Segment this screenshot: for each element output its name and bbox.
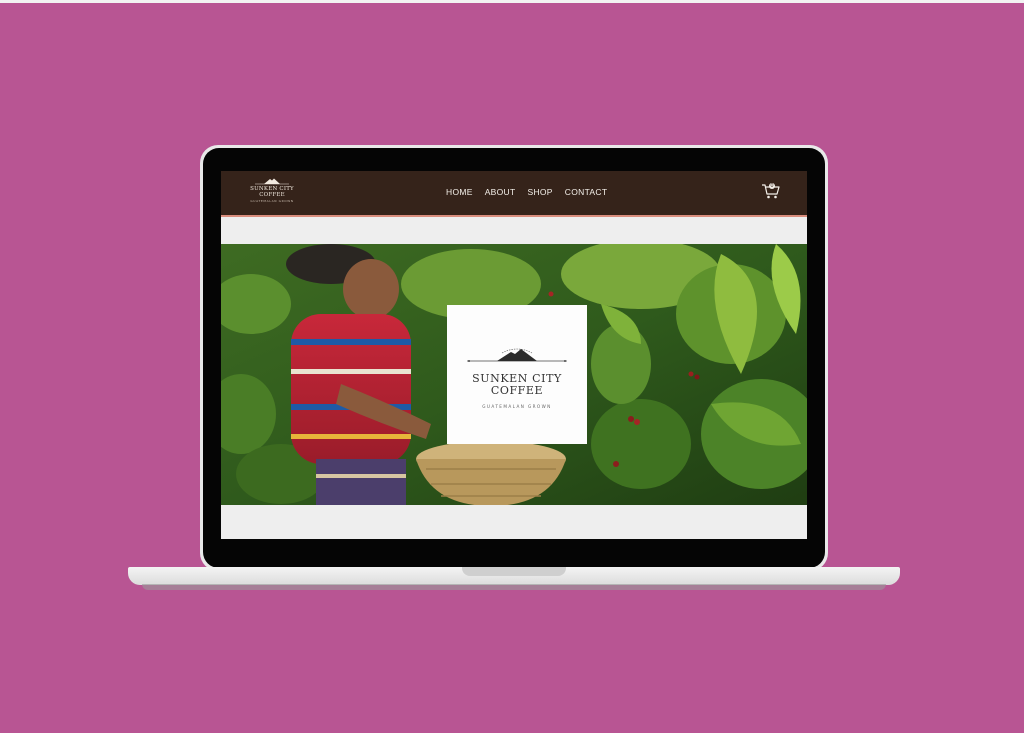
cart-count: 0: [769, 183, 775, 189]
cart-button[interactable]: 0: [761, 182, 781, 200]
nav-home[interactable]: HOME: [446, 187, 473, 197]
laptop-base-shadow: [142, 584, 886, 590]
logo-tagline: GUATEMALAN GROWN: [250, 199, 294, 203]
top-strip: [0, 0, 1024, 3]
nav-contact[interactable]: CONTACT: [565, 187, 608, 197]
site-header: SUNKEN CITY COFFEE GUATEMALAN GROWN HOME…: [221, 171, 807, 217]
brand-card: SUNKEN CITY COFFEE GUATEMALAN GROWN: [447, 305, 587, 444]
laptop-screen: SUNKEN CITY COFFEE GUATEMALAN GROWN HOME…: [221, 171, 807, 539]
brand-tagline: GUATEMALAN GROWN: [482, 404, 552, 409]
site-logo[interactable]: SUNKEN CITY COFFEE GUATEMALAN GROWN: [249, 176, 295, 208]
brand-name-line2: COFFEE: [490, 384, 544, 397]
laptop-notch: [462, 567, 566, 576]
mountain-logo-icon: [467, 348, 567, 362]
nav-about[interactable]: ABOUT: [485, 187, 516, 197]
hero-banner: SUNKEN CITY COFFEE GUATEMALAN GROWN: [221, 244, 807, 505]
nav-shop[interactable]: SHOP: [527, 187, 552, 197]
mountain-logo-icon: [255, 178, 289, 185]
main-nav: HOME ABOUT SHOP CONTACT: [446, 187, 607, 197]
logo-line2: COFFEE: [259, 192, 285, 198]
